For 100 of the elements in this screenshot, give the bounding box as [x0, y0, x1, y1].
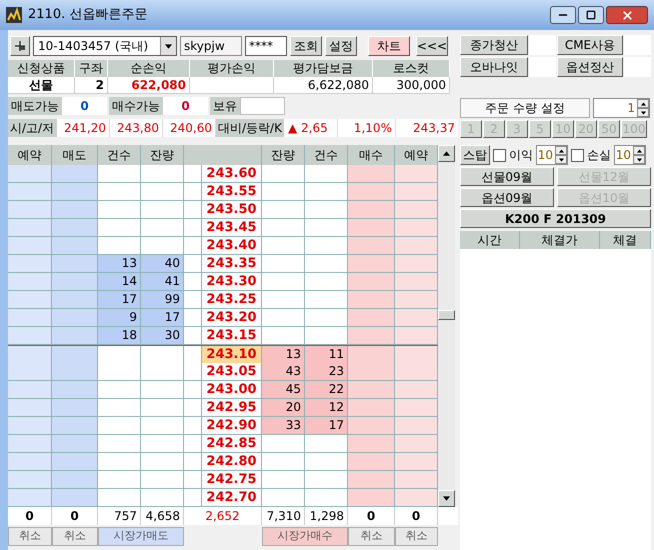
cancel-button[interactable]: 취소: [52, 527, 98, 546]
order-cell[interactable]: [52, 489, 98, 507]
order-cell[interactable]: [8, 435, 52, 453]
order-cell[interactable]: [8, 346, 52, 364]
action-button[interactable]: CME사용: [557, 35, 623, 55]
chart-button[interactable]: 차트: [368, 36, 410, 56]
order-cell[interactable]: [52, 346, 98, 364]
number-spinner[interactable]: 1: [593, 98, 650, 118]
link-toggle-button[interactable]: [10, 36, 30, 56]
order-cell[interactable]: [395, 453, 438, 471]
order-cell[interactable]: [8, 165, 52, 183]
order-cell[interactable]: [348, 381, 395, 399]
order-cell[interactable]: [348, 291, 395, 309]
scroll-thumb[interactable]: [438, 310, 455, 320]
order-cell[interactable]: [8, 183, 52, 201]
order-cell[interactable]: [8, 453, 52, 471]
order-cell[interactable]: [52, 435, 98, 453]
order-cell[interactable]: [52, 255, 98, 273]
cancel-button[interactable]: 취소: [395, 527, 438, 546]
number-spinner[interactable]: 10: [536, 145, 568, 165]
collapse-button[interactable]: <<<: [416, 36, 448, 56]
price-cell[interactable]: 242.70: [201, 489, 262, 507]
cancel-button[interactable]: 취소: [8, 527, 52, 546]
order-cell[interactable]: [8, 399, 52, 417]
spin-up-button[interactable]: [555, 146, 567, 155]
order-cell[interactable]: [348, 346, 395, 364]
order-cell[interactable]: [348, 471, 395, 489]
order-cell[interactable]: [52, 453, 98, 471]
order-cell[interactable]: [52, 291, 98, 309]
order-cell[interactable]: [395, 309, 438, 327]
price-cell[interactable]: 243.45: [201, 219, 262, 237]
order-cell[interactable]: [395, 255, 438, 273]
order-cell[interactable]: [395, 489, 438, 507]
order-cell[interactable]: [8, 471, 52, 489]
order-cell[interactable]: [52, 183, 98, 201]
price-cell[interactable]: 243.05: [201, 363, 262, 381]
scroll-up-button[interactable]: [438, 145, 455, 162]
price-cell[interactable]: 243.30: [201, 273, 262, 291]
order-cell[interactable]: [348, 417, 395, 435]
spin-down-button[interactable]: [555, 155, 567, 164]
order-cell[interactable]: [348, 435, 395, 453]
password-field[interactable]: ****: [245, 36, 287, 56]
order-cell[interactable]: [8, 363, 52, 381]
price-cell[interactable]: 243.20: [201, 309, 262, 327]
order-cell[interactable]: [395, 201, 438, 219]
order-cell[interactable]: [8, 291, 52, 309]
checkbox[interactable]: [571, 148, 584, 162]
number-spinner[interactable]: 10: [614, 145, 646, 165]
order-cell[interactable]: [52, 201, 98, 219]
order-cell[interactable]: [348, 255, 395, 273]
action-button[interactable]: 옵션정산: [557, 57, 623, 77]
order-cell[interactable]: [8, 309, 52, 327]
close-button[interactable]: [606, 6, 648, 24]
price-cell[interactable]: 243.15: [201, 327, 262, 345]
toolbar-button[interactable]: 설정: [325, 36, 357, 56]
price-cell[interactable]: 242.80: [201, 453, 262, 471]
spin-down-button[interactable]: [633, 155, 645, 164]
contract-button[interactable]: 옵션09월: [460, 188, 554, 207]
order-cell[interactable]: [348, 363, 395, 381]
action-button[interactable]: 종가청산: [460, 35, 528, 55]
order-cell[interactable]: [348, 309, 395, 327]
price-cell[interactable]: 242.75: [201, 471, 262, 489]
order-cell[interactable]: [348, 183, 395, 201]
order-cell[interactable]: [52, 327, 98, 345]
spin-down-button[interactable]: [637, 108, 649, 117]
order-cell[interactable]: [395, 183, 438, 201]
order-cell[interactable]: [52, 219, 98, 237]
price-cell[interactable]: 243.00: [201, 381, 262, 399]
price-cell[interactable]: 243.35: [201, 255, 262, 273]
price-cell[interactable]: 242.90: [201, 417, 262, 435]
order-cell[interactable]: [52, 381, 98, 399]
scrollbar[interactable]: [438, 145, 455, 507]
order-cell[interactable]: [395, 327, 438, 345]
order-cell[interactable]: [348, 453, 395, 471]
order-cell[interactable]: [395, 471, 438, 489]
action-button[interactable]: 오바나잇: [460, 57, 528, 77]
order-cell[interactable]: [395, 291, 438, 309]
order-cell[interactable]: [52, 273, 98, 291]
order-cell[interactable]: [395, 237, 438, 255]
scroll-down-button[interactable]: [438, 490, 455, 507]
order-cell[interactable]: [395, 435, 438, 453]
price-cell[interactable]: 243.10: [201, 346, 262, 364]
order-cell[interactable]: [348, 237, 395, 255]
order-cell[interactable]: [8, 273, 52, 291]
price-cell[interactable]: 243.40: [201, 237, 262, 255]
user-id-field[interactable]: skypjw: [180, 36, 242, 56]
maximize-button[interactable]: [578, 6, 604, 24]
cancel-button[interactable]: 취소: [348, 527, 395, 546]
order-cell[interactable]: [348, 201, 395, 219]
account-dropdown[interactable]: 10-1403457 (국내): [33, 36, 177, 56]
order-cell[interactable]: [395, 399, 438, 417]
price-cell[interactable]: 242.95: [201, 399, 262, 417]
order-cell[interactable]: [395, 363, 438, 381]
order-cell[interactable]: [52, 399, 98, 417]
order-cell[interactable]: [8, 201, 52, 219]
contract-button[interactable]: 선물09월: [460, 167, 554, 186]
market-order-button[interactable]: 시장가매도: [98, 527, 184, 546]
dropdown-button[interactable]: [160, 37, 176, 55]
price-cell[interactable]: 243.55: [201, 183, 262, 201]
order-cell[interactable]: [8, 219, 52, 237]
